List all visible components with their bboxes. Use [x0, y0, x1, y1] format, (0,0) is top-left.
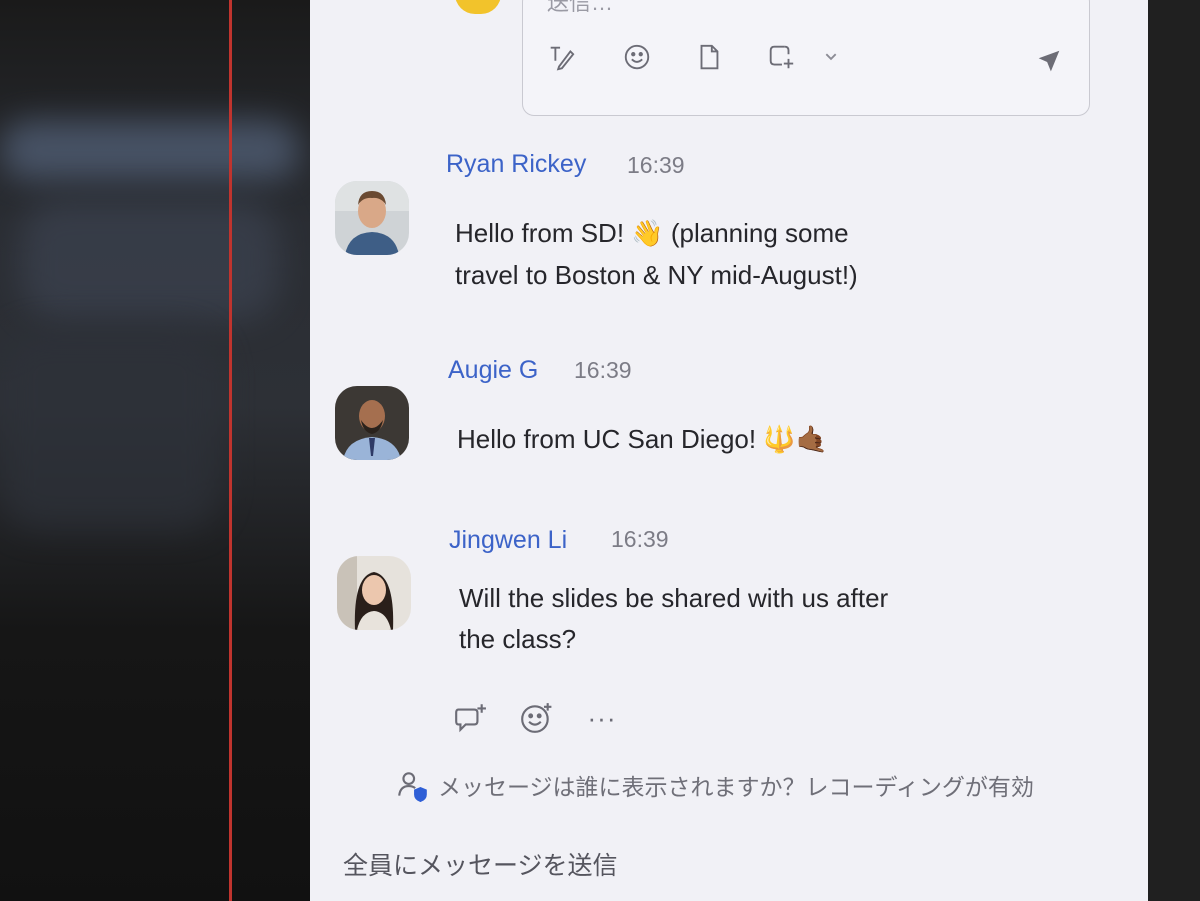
message-text-part: Hello from SD! — [455, 218, 632, 248]
user-avatar — [455, 0, 501, 14]
add-reaction-icon[interactable] — [516, 700, 556, 736]
reply-icon[interactable] — [450, 700, 490, 736]
message-actions: ··· — [450, 700, 622, 736]
message-text: Hello from SD! 👋 (planning some travel t… — [455, 213, 975, 296]
background-reflection — [20, 200, 280, 320]
chevron-down-icon[interactable] — [813, 39, 849, 75]
message-text-line: the class? — [459, 624, 577, 654]
message-text-part: Hello from UC San Diego! — [457, 424, 764, 454]
screen-bezel — [1148, 0, 1200, 901]
message-composer[interactable]: 送信… — [522, 0, 1090, 116]
divider-line — [229, 0, 232, 901]
more-options-icon[interactable]: ··· — [582, 700, 622, 736]
message-text: Hello from UC San Diego! 🔱🤙🏾 — [457, 419, 977, 461]
background-reflection — [0, 330, 220, 530]
message-text: Will the slides be shared with us after … — [459, 578, 979, 660]
file-icon[interactable] — [691, 39, 727, 75]
composer-placeholder[interactable]: 送信… — [547, 0, 613, 17]
screenshot-icon[interactable] — [763, 39, 799, 75]
message-text-line: travel to Boston & NY mid-August!) — [455, 260, 858, 290]
emoji: 👋 — [631, 219, 664, 249]
background-reflection — [0, 120, 300, 180]
send-icon[interactable] — [1031, 43, 1067, 79]
avatar[interactable] — [337, 556, 411, 630]
background-desk — [0, 0, 310, 901]
people-shield-icon — [398, 772, 427, 802]
message-time: 16:39 — [611, 526, 669, 552]
message-sender[interactable]: Augie G — [448, 356, 538, 385]
message-sender[interactable]: Jingwen Li — [449, 526, 567, 555]
avatar[interactable] — [335, 386, 409, 460]
emoji: 🔱🤙🏾 — [763, 425, 829, 455]
message-sender[interactable]: Ryan Rickey — [446, 150, 586, 179]
chat-panel: 送信… Ryan Rickey 16:39 Hello from SD! 👋 (… — [310, 0, 1148, 901]
visibility-notice[interactable]: メッセージは誰に表示されますか？レコーディングが有効 — [396, 768, 1034, 802]
message-time: 16:39 — [574, 357, 632, 383]
avatar[interactable] — [335, 181, 409, 255]
emoji-icon[interactable] — [619, 39, 655, 75]
message-text-part: (planning some — [663, 218, 849, 248]
message-time: 16:39 — [627, 152, 685, 178]
recipient-selector[interactable]: 全員にメッセージを送信 — [343, 846, 618, 882]
message-text-line: Will the slides be shared with us after — [459, 583, 889, 613]
text-format-icon[interactable] — [543, 39, 579, 75]
visibility-notice-text: メッセージは誰に表示されますか？レコーディングが有効 — [438, 774, 1034, 800]
